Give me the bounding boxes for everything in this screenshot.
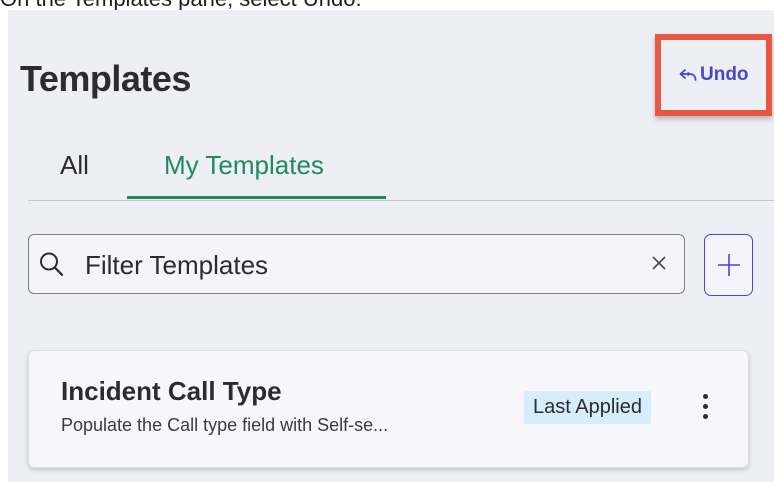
kebab-menu-icon[interactable] <box>699 394 711 424</box>
active-tab-indicator <box>127 196 386 199</box>
undo-arrow-icon <box>679 69 697 81</box>
undo-button[interactable]: Undo <box>679 64 749 86</box>
filter-search-box <box>28 234 685 294</box>
plus-icon <box>718 254 740 276</box>
template-description: Populate the Call type field with Self-s… <box>61 415 389 435</box>
search-icon <box>40 252 64 276</box>
filter-templates-input[interactable] <box>83 247 627 283</box>
pane-title: Templates <box>20 58 191 99</box>
tab-my-templates[interactable]: My Templates <box>164 150 324 181</box>
add-template-button[interactable] <box>704 234 753 296</box>
last-applied-badge: Last Applied <box>524 391 651 424</box>
template-title: Incident Call Type <box>61 376 282 406</box>
undo-label: Undo <box>700 64 749 85</box>
close-icon[interactable] <box>649 253 669 273</box>
tabs-divider <box>28 200 774 201</box>
tab-all[interactable]: All <box>60 150 89 181</box>
undo-highlight: Undo <box>655 34 772 116</box>
template-card[interactable]: Incident Call Type Populate the Call typ… <box>28 350 749 468</box>
